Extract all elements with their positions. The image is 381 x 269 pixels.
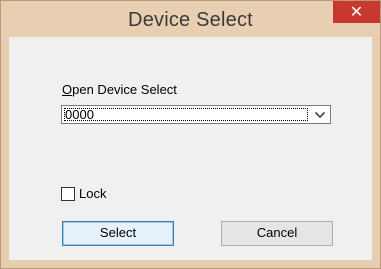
open-label-text: pen Device Select [72, 82, 177, 97]
device-select-value: 0000 [65, 107, 94, 122]
title-bar[interactable]: Device Select ✕ [1, 1, 380, 37]
open-device-select-label: Open Device Select [62, 82, 177, 97]
cancel-button[interactable]: Cancel [221, 221, 333, 246]
chevron-down-icon[interactable] [314, 111, 326, 119]
focus-rectangle [64, 108, 308, 121]
device-select-dropdown[interactable]: 0000 [61, 105, 331, 124]
lock-checkbox-row[interactable]: Lock [61, 186, 106, 201]
close-icon: ✕ [349, 2, 364, 21]
dialog-client-area: Open Device Select 0000 Lock Select Canc… [9, 37, 372, 260]
select-button[interactable]: Select [62, 221, 174, 246]
open-label-mnemonic: O [62, 82, 73, 97]
dialog-title: Device Select [128, 9, 253, 31]
device-select-dialog: Device Select ✕ Open Device Select 0000 … [0, 0, 381, 269]
lock-checkbox[interactable] [61, 186, 75, 201]
close-button[interactable]: ✕ [333, 1, 380, 23]
lock-label: Lock [79, 186, 107, 201]
